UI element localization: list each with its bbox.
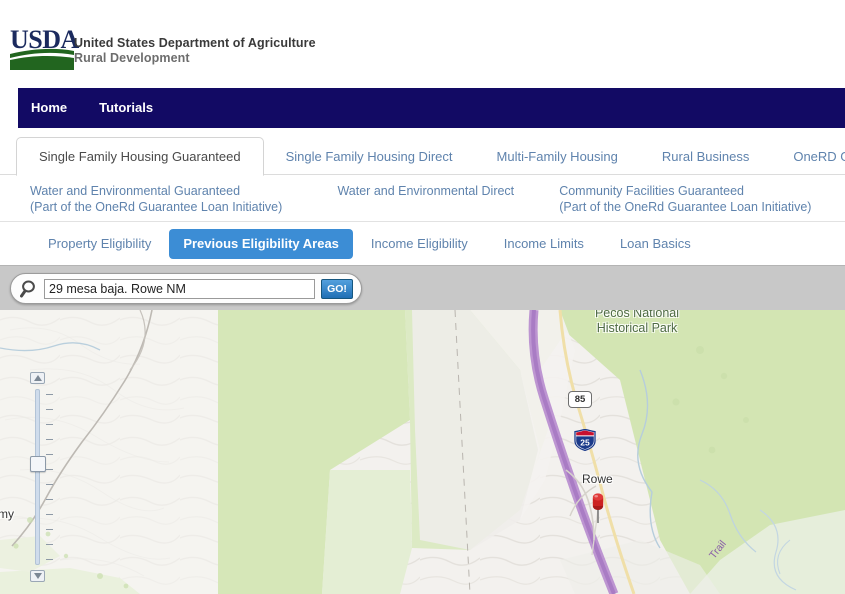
nav-item-home[interactable]: Home [31,88,67,128]
primary-nav: Home Tutorials [18,88,845,128]
tab-single-family-housing-guaranteed[interactable]: Single Family Housing Guaranteed [16,137,264,176]
search-go-button[interactable]: GO! [321,278,353,299]
site-header: USDA United States Department of Agricul… [0,0,845,88]
address-pushpin[interactable] [585,489,611,523]
subnav-item-property-eligibility[interactable]: Property Eligibility [30,229,169,259]
link-water-env-guaranteed-line2[interactable]: (Part of the OneRd Guarantee Loan Initia… [30,200,337,216]
agency-line-2: Rural Development [74,51,190,65]
link-community-facilities-line2[interactable]: (Part of the OneRd Guarantee Loan Initia… [559,200,845,216]
tab-rural-business[interactable]: Rural Business [640,138,771,176]
svg-text:25: 25 [580,438,590,448]
eligibility-app: USDA United States Department of Agricul… [0,0,845,594]
search-container: GO! [10,273,362,304]
subnav-item-income-limits[interactable]: Income Limits [486,229,602,259]
link-water-env-direct-line1[interactable]: Water and Environmental Direct [337,184,559,200]
triangle-up-icon [33,375,42,381]
link-water-environmental-guaranteed[interactable]: Water and Environmental Guaranteed (Part… [30,184,337,215]
route-85-shield: 85 [568,391,592,408]
map-canvas [0,310,845,594]
search-input[interactable] [44,278,315,299]
link-community-facilities-line1[interactable]: Community Facilities Guaranteed [559,184,845,200]
interstate-25-shield: 25 [573,429,597,451]
agency-line-1: United States Department of Agriculture [74,36,316,50]
tab-onerd-guaranteed[interactable]: OneRD Guara [771,138,845,176]
program-links-row: Water and Environmental Guaranteed (Part… [0,178,845,222]
link-water-env-guaranteed-line1[interactable]: Water and Environmental Guaranteed [30,184,337,200]
subnav-item-income-eligibility[interactable]: Income Eligibility [353,229,486,259]
eligibility-subnav: Property Eligibility Previous Eligibilit… [0,223,845,265]
program-tab-strip: Single Family Housing Guaranteed Single … [0,128,845,176]
magnifier-icon [20,279,40,299]
eligibility-map[interactable]: Pecos National Historical Park Rowe my T… [0,310,845,594]
subnav-item-previous-eligibility-areas[interactable]: Previous Eligibility Areas [169,229,353,259]
triangle-down-icon [33,573,42,579]
tab-single-family-housing-direct[interactable]: Single Family Housing Direct [264,138,475,176]
zoom-slider-ticks [46,394,53,574]
zoom-slider-track[interactable] [35,389,40,565]
map-search-bar: GO! [0,265,845,310]
tab-multi-family-housing[interactable]: Multi-Family Housing [475,138,640,176]
link-water-environmental-direct[interactable]: Water and Environmental Direct [337,184,559,215]
subnav-item-loan-basics[interactable]: Loan Basics [602,229,709,259]
agency-name: United States Department of Agriculture … [74,36,316,66]
map-zoom-slider[interactable] [30,372,53,582]
nav-item-tutorials[interactable]: Tutorials [99,88,153,128]
link-community-facilities-guaranteed[interactable]: Community Facilities Guaranteed (Part of… [559,184,845,215]
zoom-in-button[interactable] [30,372,45,384]
zoom-slider-handle[interactable] [30,456,46,472]
zoom-out-button[interactable] [30,570,45,582]
